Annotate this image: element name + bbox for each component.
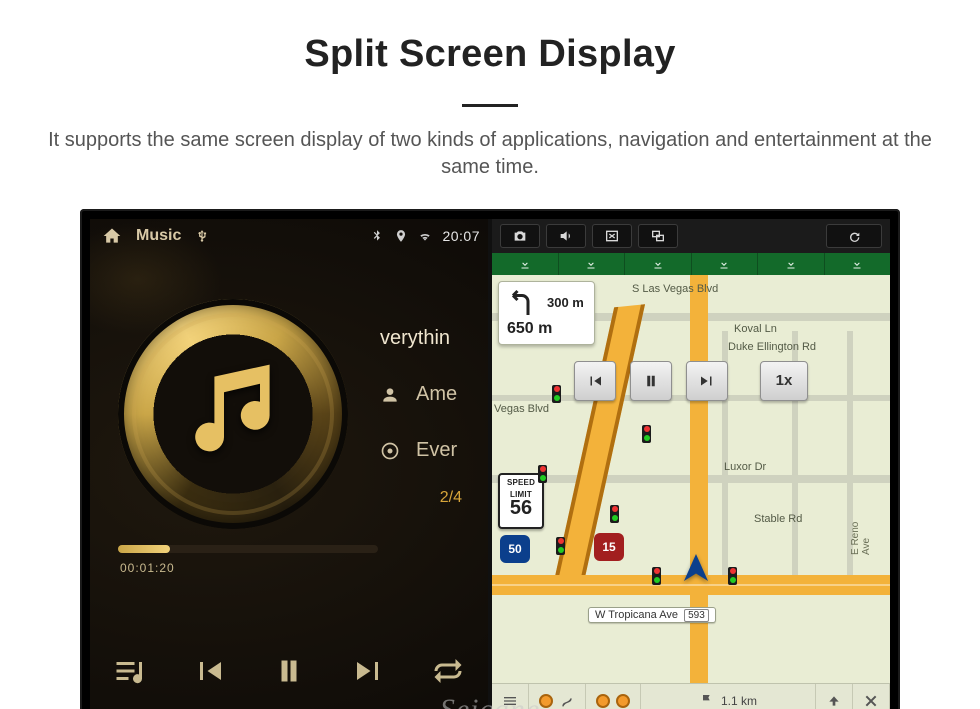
nav-distance: 1.1 km [721, 694, 757, 708]
nav-close-icon[interactable] [853, 684, 890, 709]
turn-card: 300 m 650 m [498, 281, 595, 345]
prev-track-icon[interactable] [182, 644, 236, 698]
volume-icon[interactable] [546, 224, 586, 248]
street-label: E Reno Ave [850, 515, 872, 555]
nav-system-bar [492, 219, 890, 253]
navigation-pane: S Las Vegas Blvd Koval Ln Duke Ellington… [492, 219, 890, 709]
close-window-icon[interactable] [592, 224, 632, 248]
bluetooth-icon [370, 229, 384, 243]
nav-bottom-bar: 1.1 km [492, 683, 890, 709]
elapsed-time: 00:01:20 [120, 561, 175, 575]
camera-icon[interactable] [500, 224, 540, 248]
music-controls [90, 623, 488, 709]
us-route-shield: 50 [500, 535, 530, 563]
traffic-light-icon [642, 425, 651, 443]
device-frame: Music 20:07 verythin [80, 209, 900, 709]
pause-icon[interactable] [262, 644, 316, 698]
map-canvas[interactable]: S Las Vegas Blvd Koval Ln Duke Ellington… [492, 275, 890, 683]
person-icon [380, 385, 402, 405]
title-underline [462, 104, 518, 107]
traffic-light-icon [552, 385, 561, 403]
orange-dot-icon [596, 694, 610, 708]
nav-flag-dist[interactable]: 1.1 km [641, 684, 816, 709]
disc-icon [380, 441, 402, 461]
music-topbar: Music 20:07 [90, 219, 488, 253]
street-label: Vegas Blvd [494, 403, 549, 415]
music-top-label: Music [136, 227, 181, 245]
status-bar: 20:07 [370, 219, 480, 253]
nav-up-icon[interactable] [816, 684, 853, 709]
traffic-light-icon [652, 567, 661, 585]
split-screen: Music 20:07 verythin [90, 219, 890, 709]
track-row[interactable]: Ever [380, 423, 470, 479]
track-row[interactable]: Ame [380, 367, 470, 423]
gps-arrow-icon [678, 551, 714, 587]
turn-distance-1: 300 m [547, 295, 584, 310]
orange-dot-icon [616, 694, 630, 708]
download-cell[interactable] [758, 253, 825, 275]
turn-left-icon [507, 288, 537, 318]
orange-dot-icon [539, 694, 553, 708]
progress-bar[interactable] [118, 545, 378, 553]
nav-detour-icon[interactable] [529, 684, 586, 709]
status-clock: 20:07 [442, 228, 480, 244]
street-label: Stable Rd [754, 513, 802, 525]
nav-waypoints-icon[interactable] [586, 684, 641, 709]
track-row[interactable]: verythin [380, 311, 470, 367]
flag-icon [699, 693, 715, 709]
track-title: Ame [416, 383, 457, 406]
playlist-icon[interactable] [103, 644, 157, 698]
traffic-light-icon [556, 537, 565, 555]
nav-menu-icon[interactable] [492, 684, 529, 709]
next-track-icon[interactable] [342, 644, 396, 698]
progress-fill [118, 545, 170, 553]
back-icon[interactable] [826, 224, 882, 248]
sim-speed-button[interactable]: 1x [760, 361, 808, 401]
turn-distance-2: 650 m [507, 320, 584, 338]
music-note-icon [176, 355, 296, 475]
page-title: Split Screen Display [0, 25, 980, 78]
street-label: Duke Ellington Rd [728, 341, 816, 353]
traffic-light-icon [728, 567, 737, 585]
page-subtitle: It supports the same screen display of t… [0, 127, 980, 189]
street-label: Koval Ln [734, 323, 777, 335]
track-list: verythin Ame Ever [380, 311, 470, 479]
traffic-light-icon [610, 505, 619, 523]
track-counter: 2/4 [440, 489, 462, 507]
track-title: Ever [416, 439, 457, 462]
street-label: S Las Vegas Blvd [632, 283, 718, 295]
repeat-icon[interactable] [421, 644, 475, 698]
windows-icon[interactable] [638, 224, 678, 248]
download-cell[interactable] [625, 253, 692, 275]
sim-prev-icon[interactable] [574, 361, 616, 401]
wifi-icon [418, 229, 432, 243]
sim-pause-icon[interactable] [630, 361, 672, 401]
download-cell[interactable] [559, 253, 626, 275]
track-title: verythin [380, 327, 450, 350]
download-cell[interactable] [492, 253, 559, 275]
home-icon[interactable] [102, 226, 122, 246]
street-label: Luxor Dr [724, 461, 766, 473]
interstate-shield: 15 [594, 533, 624, 561]
download-bar [492, 253, 890, 275]
music-pane: Music 20:07 verythin [90, 219, 488, 709]
location-icon [394, 229, 408, 243]
usb-icon [195, 229, 209, 243]
download-cell[interactable] [692, 253, 759, 275]
download-cell[interactable] [825, 253, 891, 275]
sim-next-icon[interactable] [686, 361, 728, 401]
traffic-light-icon [538, 465, 547, 483]
street-callout: W Tropicana Ave 593 [588, 607, 716, 623]
